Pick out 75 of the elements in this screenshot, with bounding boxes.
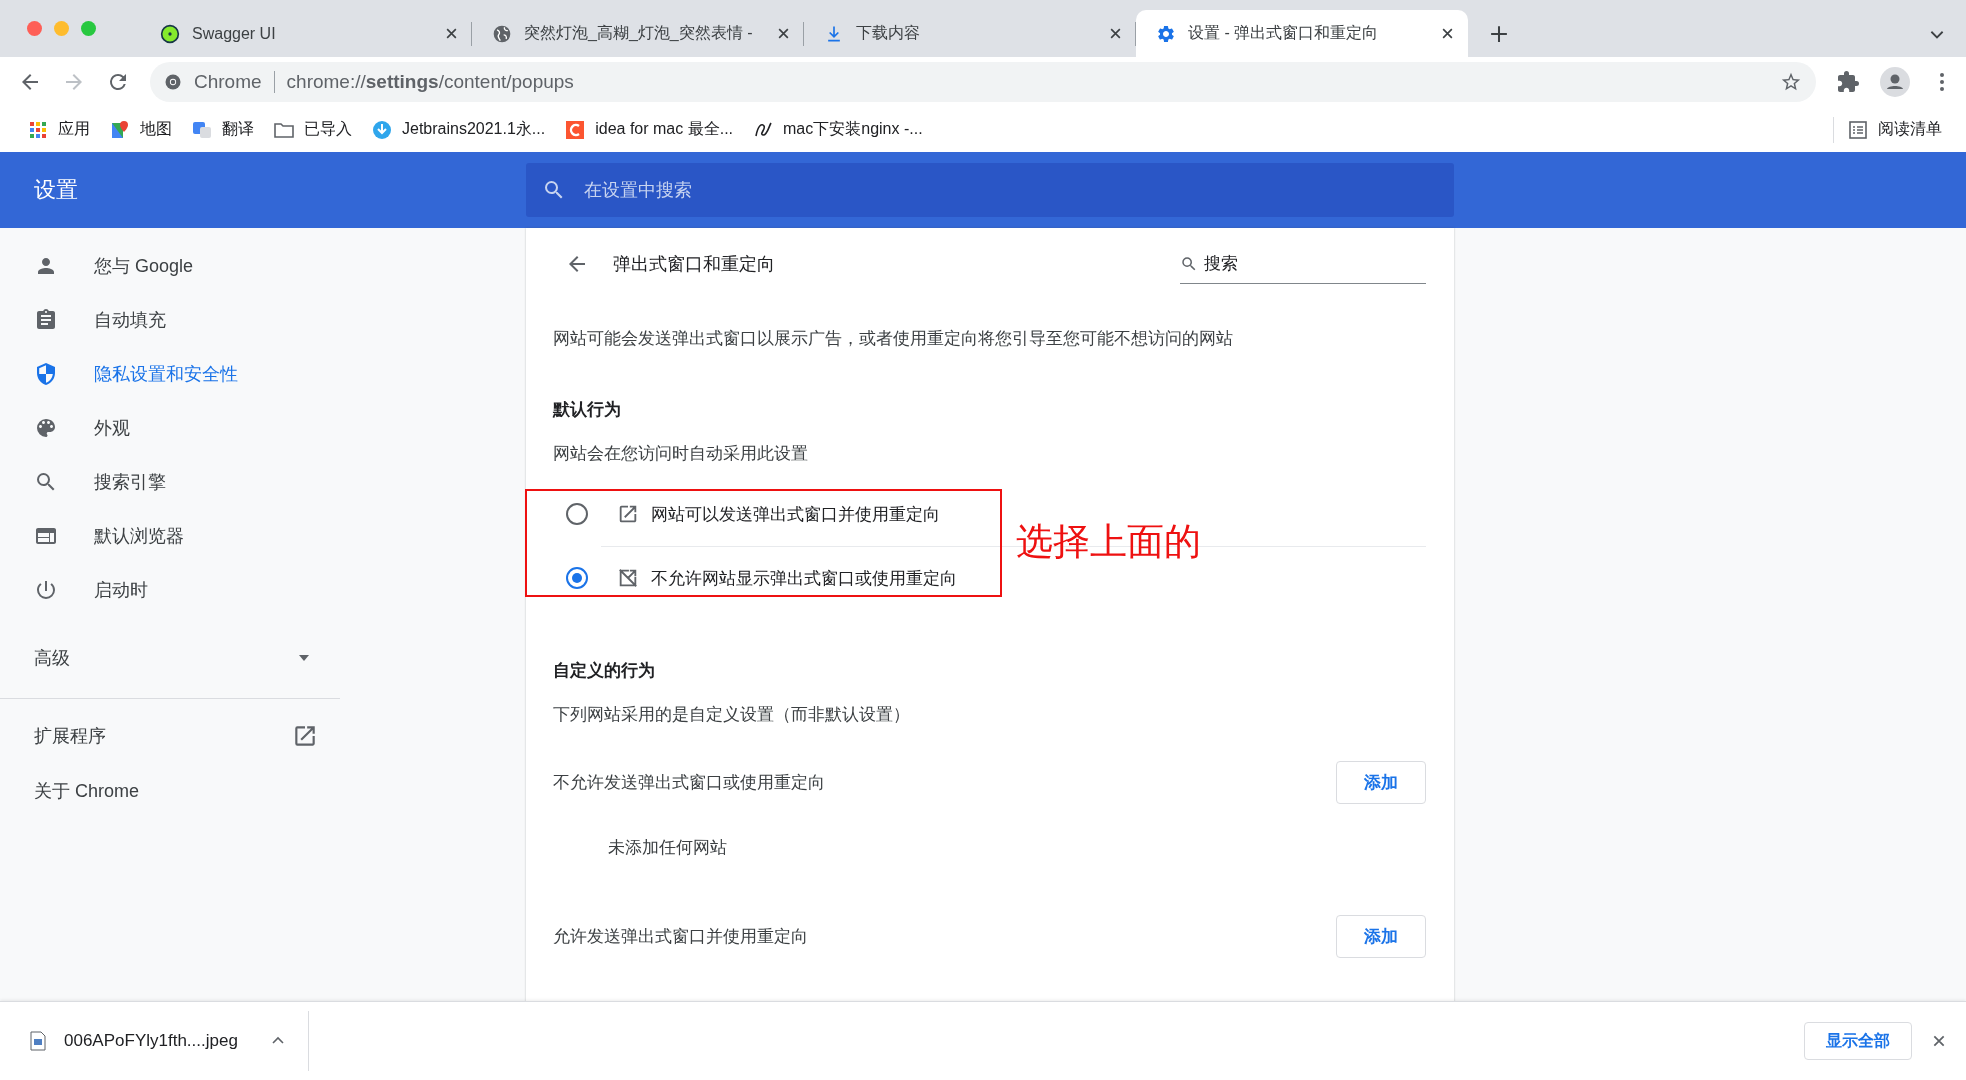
radio-button[interactable] <box>566 567 588 589</box>
bookmark[interactable]: 应用 <box>18 113 100 146</box>
blocked-popup-icon <box>617 567 639 589</box>
tab-title: Swagger UI <box>192 24 277 43</box>
apps-grid-icon <box>28 119 48 140</box>
radio-option[interactable]: 网站可以发送弹出式窗口并使用重定向 <box>553 484 940 544</box>
site-label: Chrome <box>194 71 262 93</box>
radio-button[interactable] <box>566 503 588 525</box>
sidebar-item[interactable]: 启动时 <box>0 563 340 617</box>
translate-icon <box>192 119 212 140</box>
section-subtitle: 下列网站采用的是自定义设置（而非默认设置） <box>553 704 911 726</box>
tab-title: 设置 - 弹出式窗口和重定向 <box>1188 23 1380 43</box>
star-icon[interactable] <box>1780 71 1802 93</box>
list-title: 不允许发送弹出式窗口或使用重定向 <box>553 771 825 794</box>
sidebar-item[interactable]: 默认浏览器 <box>0 509 340 563</box>
letter-tile-icon <box>565 119 586 140</box>
settings-title: 设置 <box>33 176 79 204</box>
image-file-icon <box>30 1031 46 1051</box>
add-button[interactable]: 添加 <box>1336 760 1426 804</box>
map-pin-icon <box>110 119 130 140</box>
open-in-new-icon <box>617 503 639 525</box>
empty-list-text: 未添加任何网站 <box>608 838 727 857</box>
address-bar[interactable]: Chrome chrome://settings/content/popups <box>150 62 1816 102</box>
bookmark[interactable]: 地图 <box>100 113 182 146</box>
tab-title: 下载内容 <box>856 23 921 43</box>
browser-tab[interactable]: Swagger UI <box>140 10 472 57</box>
browser-tab[interactable]: 下载内容 <box>804 10 1136 57</box>
section-title: 默认行为 <box>553 399 622 421</box>
url-text: chrome://settings/content/popups <box>286 71 575 93</box>
palette-icon <box>34 416 58 440</box>
download-circle-icon <box>372 119 392 140</box>
sidebar-item[interactable]: 外观 <box>0 401 340 455</box>
power-icon <box>34 578 58 602</box>
shield-icon <box>34 362 58 386</box>
bookmark[interactable]: idea for mac 最全... <box>555 113 744 146</box>
close-icon[interactable] <box>777 27 790 40</box>
add-button[interactable]: 添加 <box>1336 914 1426 958</box>
browser-tab[interactable]: 突然灯泡_高糊_灯泡_突然表情 - <box>472 10 804 57</box>
radio-option[interactable]: 不允许网站显示弹出式窗口或使用重定向 <box>553 548 957 608</box>
new-tab-icon[interactable] <box>1490 25 1508 43</box>
close-icon[interactable] <box>1932 1034 1946 1048</box>
tab-title: 突然灯泡_高糊_灯泡_突然表情 - <box>524 23 754 43</box>
sidebar-link[interactable]: 扩展程序 <box>0 699 340 773</box>
puzzle-piece-icon[interactable] <box>1836 70 1860 94</box>
annotation-text: 选择上面的 <box>1016 520 1201 564</box>
bookmark[interactable]: mac下安装nginx -... <box>743 113 933 146</box>
search-icon <box>1180 254 1198 273</box>
list-title: 允许发送弹出式窗口并使用重定向 <box>553 925 808 948</box>
close-icon[interactable] <box>445 27 458 40</box>
reading-list-button[interactable]: 阅读清单 <box>1838 113 1952 146</box>
section-title: 自定义的行为 <box>553 660 656 682</box>
caret-icon <box>298 654 310 662</box>
description-text: 网站可能会发送弹出式窗口以展示广告，或者使用重定向将您引导至您可能不想访问的网站 <box>553 328 1234 350</box>
settings-icon <box>1156 23 1176 44</box>
avatar-icon[interactable] <box>1880 67 1910 97</box>
globe-icon <box>492 23 512 44</box>
bookmark[interactable]: Jetbrains2021.1永... <box>362 113 556 146</box>
download-item[interactable]: 006APoFYly1fth....jpeg <box>0 1002 308 1080</box>
sidebar-item[interactable]: 自动填充 <box>0 293 340 347</box>
bookmark[interactable]: 翻译 <box>182 113 264 146</box>
close-icon[interactable] <box>1441 27 1454 40</box>
show-all-button[interactable]: 显示全部 <box>1804 1022 1912 1060</box>
clipboard-icon <box>34 308 58 332</box>
sidebar-link[interactable]: 关于 Chrome <box>0 773 340 809</box>
section-subtitle: 网站会在您访问时自动采用此设置 <box>553 443 809 465</box>
sidebar-item[interactable]: 隐私设置和安全性 <box>0 347 340 401</box>
browser-tab[interactable]: 设置 - 弹出式窗口和重定向 <box>1136 10 1468 57</box>
bookmark[interactable]: 已导入 <box>264 113 362 146</box>
sidebar-item[interactable]: 搜索引擎 <box>0 455 340 509</box>
close-icon[interactable] <box>1109 27 1122 40</box>
page-title: 弹出式窗口和重定向 <box>613 253 776 276</box>
advanced-section-toggle[interactable]: 高级 <box>0 631 340 685</box>
sidebar-item[interactable]: 您与 Google <box>0 239 340 293</box>
list-icon <box>1848 119 1868 140</box>
open-in-new-icon <box>292 723 318 749</box>
